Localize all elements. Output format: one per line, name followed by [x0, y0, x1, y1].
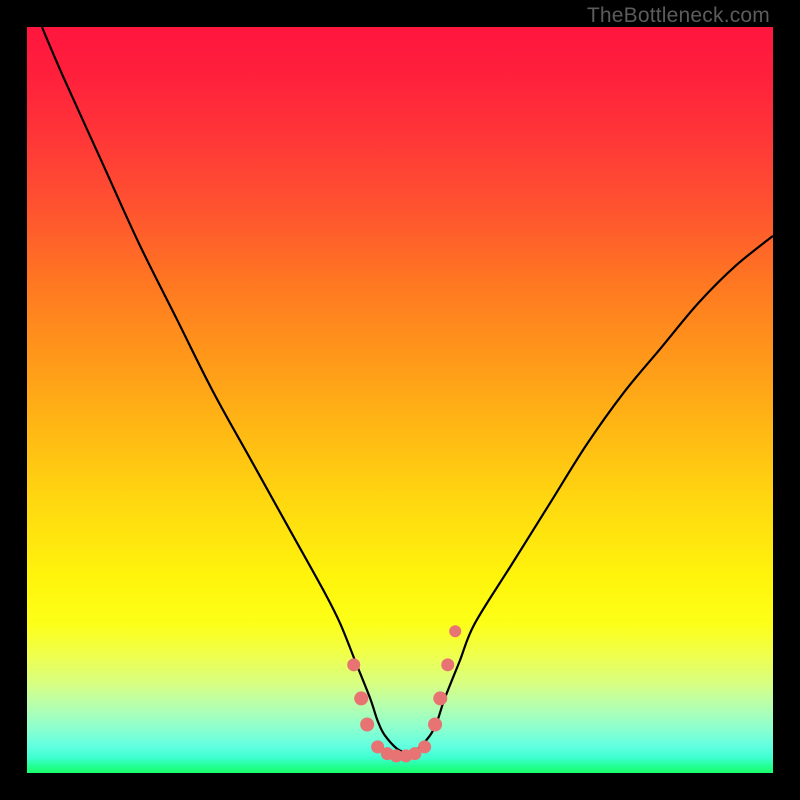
chart-frame: TheBottleneck.com	[0, 0, 800, 800]
plot-area	[27, 27, 773, 773]
bottleneck-curve	[27, 27, 773, 773]
attribution-label: TheBottleneck.com	[587, 4, 770, 28]
curve-path	[42, 27, 773, 752]
